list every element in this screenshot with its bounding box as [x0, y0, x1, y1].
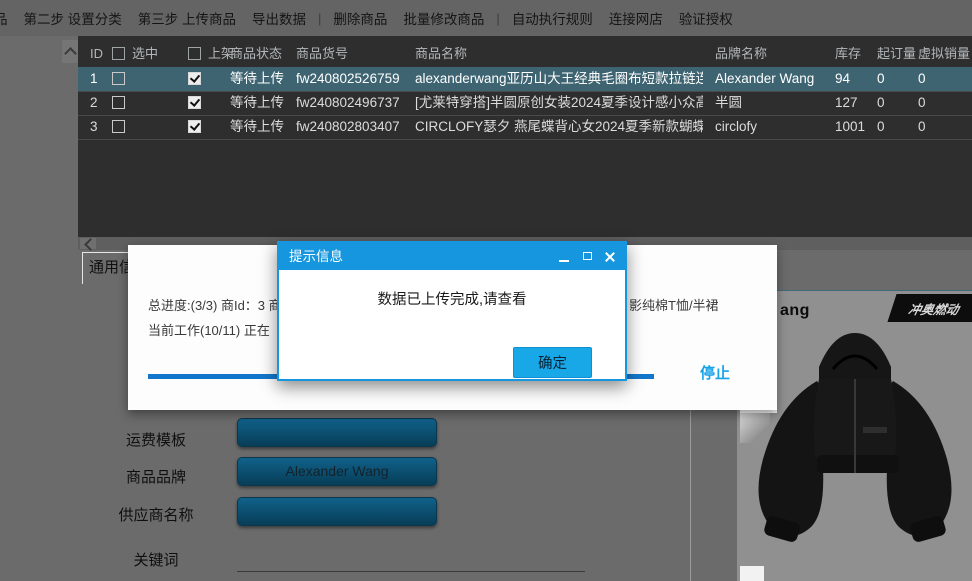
table-header-row: ID 选中 上架 商品状态 商品货号 商品名称 品牌名称 库存 起订量 虚拟销量	[78, 41, 972, 65]
product-table: ID 选中 上架 商品状态 商品货号 商品名称 品牌名称 库存 起订量 虚拟销量…	[78, 36, 972, 238]
cell-vsales: 0	[918, 115, 926, 139]
row-select-checkbox[interactable]	[112, 120, 125, 133]
arrow-up-icon	[64, 47, 77, 60]
cell-name: CIRCLOFY瑟夕 燕尾蝶背心女2024夏季新款蝴蝶剪	[415, 115, 703, 139]
cell-sku: fw240802496737	[296, 91, 400, 115]
dialog-title: 提示信息	[289, 243, 343, 270]
minimize-icon	[559, 260, 569, 262]
arrow-left-icon	[84, 238, 97, 251]
cell-stock: 94	[835, 67, 850, 91]
col-header-status: 商品状态	[230, 41, 282, 67]
keywords-input[interactable]	[237, 571, 585, 572]
col-header-vsales: 虚拟销量	[918, 41, 970, 67]
cell-stock: 127	[835, 91, 858, 115]
cell-vsales: 0	[918, 91, 926, 115]
product-image-hoodie	[745, 331, 965, 581]
brand-logo-fragment: ang	[780, 302, 810, 320]
dialog-titlebar[interactable]: 提示信息	[279, 243, 625, 270]
cell-brand: circlofy	[715, 115, 757, 139]
scroll-left-button[interactable]	[80, 238, 96, 249]
row-select-checkbox[interactable]	[112, 96, 125, 109]
shipping-template-field[interactable]	[237, 418, 437, 447]
progress-current-text: 当前工作(10/11) 正在	[148, 320, 270, 339]
col-header-sku: 商品货号	[296, 41, 348, 67]
menu-separator: |	[314, 11, 325, 26]
list-all-checkbox[interactable]	[188, 47, 201, 60]
menu-item-partial[interactable]: 品	[0, 8, 16, 28]
cell-sku: fw240802526759	[296, 67, 400, 91]
col-header-moq: 起订量	[877, 41, 916, 67]
scroll-up-button[interactable]	[62, 40, 78, 63]
cell-status: 等待上传	[230, 67, 284, 91]
label-supplier-name: 供应商名称	[100, 504, 212, 525]
label-keywords: 关键词	[100, 549, 212, 570]
col-header-brand: 品牌名称	[715, 41, 767, 67]
menu-item-delete-products[interactable]: 删除商品	[325, 8, 395, 28]
label-shipping-template: 运费模板	[100, 429, 212, 450]
cell-brand: 半圆	[715, 91, 742, 115]
message-dialog: 提示信息 数据已上传完成,请查看 确定	[277, 241, 627, 381]
promo-banner-text: 冲奥燃动	[907, 299, 961, 318]
cell-status: 等待上传	[230, 91, 284, 115]
cell-id: 3	[90, 115, 98, 139]
cell-status: 等待上传	[230, 115, 284, 139]
label-product-brand: 商品品牌	[100, 466, 212, 487]
cell-sku: fw240802803407	[296, 115, 400, 139]
cell-vsales: 0	[918, 67, 926, 91]
col-header-stock: 库存	[835, 41, 861, 67]
close-icon	[604, 251, 616, 263]
stop-button[interactable]: 停止	[700, 362, 730, 383]
product-brand-field[interactable]: Alexander Wang	[237, 457, 437, 486]
row-select-checkbox[interactable]	[112, 72, 125, 85]
select-all-checkbox[interactable]	[112, 47, 125, 60]
cell-id: 1	[90, 67, 98, 91]
menu-item-auto-rules[interactable]: 自动执行规则	[504, 8, 601, 28]
menubar: 品 第二步 设置分类 第三步 上传商品 导出数据 | 删除商品 批量修改商品 |…	[0, 0, 972, 36]
col-header-id: ID	[90, 41, 103, 67]
cell-moq: 0	[877, 67, 885, 91]
app-window: 品 第二步 设置分类 第三步 上传商品 导出数据 | 删除商品 批量修改商品 |…	[0, 0, 972, 581]
cell-moq: 0	[877, 115, 885, 139]
ok-button[interactable]: 确定	[513, 347, 592, 378]
table-row[interactable]: 1 等待上传 fw240802526759 alexanderwang亚历山大王…	[78, 67, 972, 92]
progress-text-fragment: 影纯棉T恤/半裙	[629, 295, 719, 314]
col-header-selected: 选中	[132, 41, 158, 67]
minimize-button[interactable]	[553, 243, 575, 270]
col-header-name: 商品名称	[415, 41, 467, 67]
maximize-button[interactable]	[577, 243, 599, 270]
dialog-message: 数据已上传完成,请查看	[279, 288, 625, 309]
table-row[interactable]: 3 等待上传 fw240802803407 CIRCLOFY瑟夕 燕尾蝶背心女2…	[78, 115, 972, 140]
row-listed-checkbox[interactable]	[188, 96, 201, 109]
supplier-name-field[interactable]	[237, 497, 437, 526]
menu-item-set-category[interactable]: 第二步 设置分类	[16, 8, 130, 28]
menu-separator: |	[492, 11, 503, 26]
cell-name: alexanderwang亚历山大王经典毛圈布短款拉链连	[415, 67, 703, 91]
table-row[interactable]: 2 等待上传 fw240802496737 [尤莱特穿搭]半圆原创女装2024夏…	[78, 91, 972, 116]
cell-brand: Alexander Wang	[715, 67, 814, 91]
menu-item-upload-products[interactable]: 第三步 上传商品	[130, 8, 244, 28]
close-button[interactable]	[599, 243, 621, 270]
cell-stock: 1001	[835, 115, 865, 139]
menu-item-verify-auth[interactable]: 验证授权	[671, 8, 741, 28]
row-listed-checkbox[interactable]	[188, 72, 201, 85]
row-listed-checkbox[interactable]	[188, 120, 201, 133]
promo-banner: 冲奥燃动	[887, 294, 972, 322]
menu-item-batch-edit[interactable]: 批量修改商品	[395, 8, 492, 28]
menu-item-export-data[interactable]: 导出数据	[244, 8, 314, 28]
cell-id: 2	[90, 91, 98, 115]
progress-total-text: 总进度:(3/3) 商Id：3 商	[148, 295, 282, 314]
maximize-icon	[583, 252, 592, 260]
cell-moq: 0	[877, 91, 885, 115]
cell-name: [尤莱特穿搭]半圆原创女装2024夏季设计感小众高	[415, 91, 703, 115]
menu-item-connect-shop[interactable]: 连接网店	[601, 8, 671, 28]
